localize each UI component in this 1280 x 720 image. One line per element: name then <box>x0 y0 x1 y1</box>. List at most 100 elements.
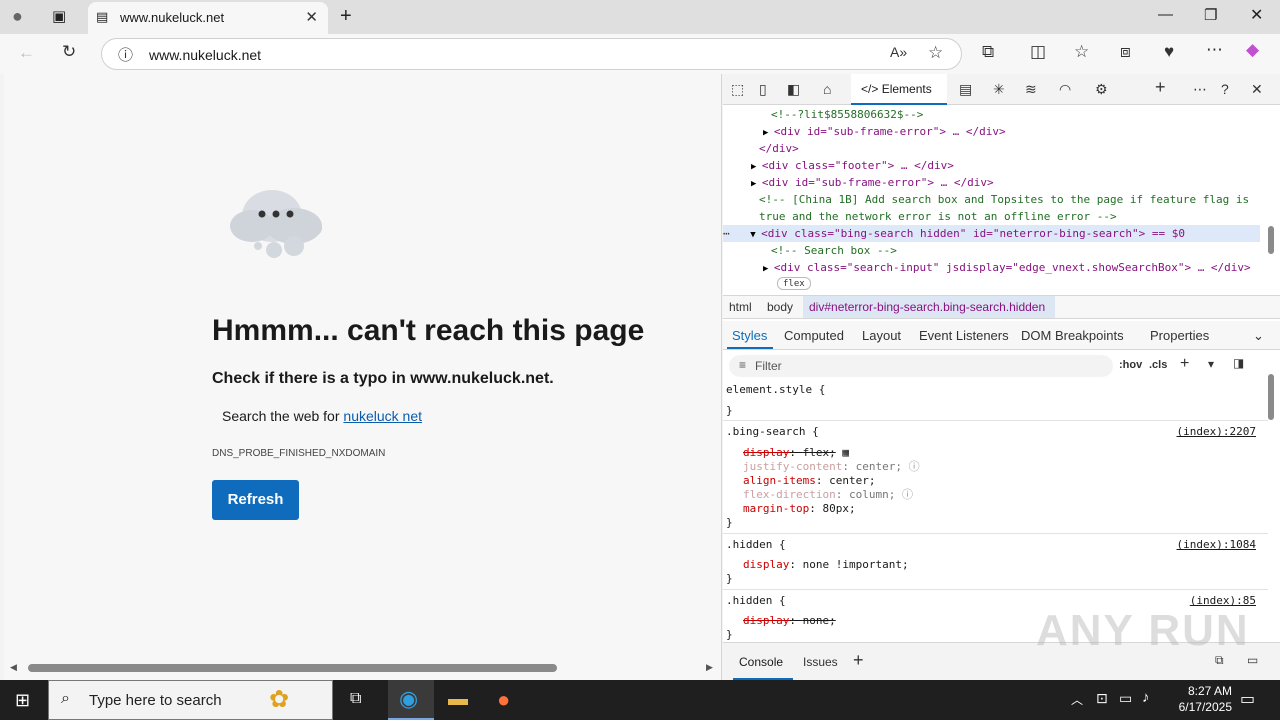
extensions-icon[interactable]: ⧉ <box>982 42 994 62</box>
dom-node[interactable]: ▶ <div class="search-input" jsdisplay="e… <box>763 259 1251 276</box>
profile-icon[interactable]: ● <box>12 6 23 27</box>
css-property[interactable]: margin-top: 80px; <box>743 500 856 517</box>
info-icon[interactable]: ⓘ <box>895 488 913 501</box>
device-emulation-icon[interactable]: ▯ <box>759 81 767 98</box>
reload-icon[interactable]: ↻ <box>62 42 76 62</box>
scroll-right-icon[interactable]: ▶ <box>706 662 713 673</box>
close-window-icon[interactable]: ✕ <box>1250 5 1263 25</box>
rule-bing-search[interactable]: .bing-search { <box>726 423 819 440</box>
sources-bug-icon[interactable]: ✳ <box>993 81 1005 98</box>
more-tools-icon[interactable]: ⋯ <box>1193 81 1207 98</box>
tab-layout[interactable]: Layout <box>862 328 901 343</box>
inspect-icon[interactable]: ⬚ <box>731 81 744 98</box>
back-icon[interactable]: ← <box>18 43 35 63</box>
performance-icon[interactable]: ◠ <box>1059 81 1071 98</box>
dom-comment[interactable]: <!-- [China 1B] Add search box and Topsi… <box>759 191 1249 208</box>
task-view-icon[interactable]: ⧉ <box>350 690 361 708</box>
volume-icon[interactable]: ♪ <box>1142 689 1150 706</box>
dom-node[interactable]: ▶ <div class="footer"> … </div> <box>751 157 954 174</box>
rule-source-link[interactable]: (index):1084 <box>1177 536 1256 553</box>
dom-node[interactable]: <!--?lit$8558806632$--> <box>771 106 923 123</box>
tab-dom-breakpoints[interactable]: DOM Breakpoints <box>1021 328 1124 343</box>
styles-scrollbar[interactable] <box>1268 374 1274 420</box>
windows-start-icon[interactable]: ⊞ <box>15 690 30 711</box>
hov-toggle[interactable]: :hov <box>1119 359 1142 371</box>
tab-console[interactable]: Console <box>739 655 783 669</box>
tab-computed[interactable]: Computed <box>784 328 844 343</box>
dom-tree[interactable]: <!--?lit$8558806632$--> ▶ <div id="sub-f… <box>723 105 1268 293</box>
edge-taskbar-button[interactable]: ◉ <box>388 680 434 720</box>
dom-node[interactable]: ▶ <div id="sub-frame-error"> … </div> <box>751 174 994 191</box>
restore-icon[interactable]: ❐ <box>1204 6 1217 24</box>
collections-icon[interactable]: ⧈ <box>1120 42 1131 62</box>
address-bar[interactable]: ⓘ www.nukeluck.net A» ☆ <box>101 38 962 70</box>
favorite-star-icon[interactable]: ☆ <box>928 43 943 63</box>
settings-gear-icon[interactable]: ⚙ <box>1095 81 1108 98</box>
flex-badge[interactable]: flex <box>777 277 811 290</box>
rule-element-style[interactable]: element.style { <box>726 381 825 398</box>
breadcrumb-html[interactable]: html <box>729 300 752 314</box>
filter-input[interactable]: ≡ Filter <box>729 355 1113 377</box>
copilot-icon[interactable]: ◆ <box>1246 40 1259 60</box>
dom-node-selected[interactable]: ⋯ ▼ <div class="bing-search hidden" id="… <box>723 225 1260 242</box>
tab-issues[interactable]: Issues <box>803 655 838 669</box>
tab-event-listeners[interactable]: Event Listeners <box>919 328 1009 343</box>
new-rule-icon[interactable]: + <box>1180 355 1189 373</box>
add-drawer-tab-icon[interactable]: + <box>853 650 864 671</box>
browser-tab[interactable]: ▤ www.nukeluck.net ✕ <box>88 2 328 34</box>
taskbar-clock[interactable]: 8:27 AM 6/17/2025 <box>1179 683 1232 715</box>
favorites-icon[interactable]: ☆ <box>1074 42 1089 62</box>
address-text[interactable]: www.nukeluck.net <box>149 47 261 63</box>
rule-hidden[interactable]: .hidden { <box>726 536 786 553</box>
refresh-button[interactable]: Refresh <box>212 480 299 520</box>
rule-source-link[interactable]: (index):2207 <box>1177 423 1256 440</box>
computed-styles-icon[interactable]: ▾ <box>1208 357 1214 371</box>
show-hidden-icons[interactable]: ︿ <box>1071 691 1083 708</box>
dom-comment[interactable]: <!-- Search box --> <box>771 242 897 259</box>
tab-elements[interactable]: </> Elements <box>851 74 947 105</box>
dock-icon[interactable]: ◧ <box>787 81 800 98</box>
welcome-home-icon[interactable]: ⌂ <box>823 81 831 97</box>
network-icon[interactable]: ⊡ <box>1096 690 1108 707</box>
file-explorer-icon[interactable]: ▬ <box>448 688 468 711</box>
search-link[interactable]: nukeluck net <box>343 408 422 424</box>
dom-node[interactable]: </div> <box>759 140 799 157</box>
minimize-icon[interactable]: — <box>1158 6 1173 23</box>
breadcrumb-body[interactable]: body <box>767 300 793 314</box>
search-suggestion: Search the web for nukeluck net <box>222 408 422 424</box>
firefox-icon[interactable]: ● <box>497 687 510 713</box>
notifications-icon[interactable]: ▭ <box>1240 689 1255 709</box>
cls-toggle[interactable]: .cls <box>1149 359 1167 371</box>
css-property[interactable]: display: none; <box>743 612 836 629</box>
console-icon[interactable]: ▤ <box>959 81 972 98</box>
more-menu-icon[interactable]: ⋯ <box>1206 40 1223 60</box>
tab-styles[interactable]: Styles <box>732 328 767 343</box>
close-tab-icon[interactable]: ✕ <box>305 8 318 26</box>
scrollbar-thumb[interactable] <box>28 664 557 672</box>
dom-scrollbar[interactable] <box>1268 226 1274 254</box>
ethernet-icon[interactable]: ▭ <box>1119 690 1132 707</box>
horizontal-scrollbar[interactable]: ◀ ▶ <box>4 662 722 674</box>
network-wifi-icon[interactable]: ≋ <box>1025 81 1037 98</box>
styles-pane[interactable]: element.style { } .bing-search { (index)… <box>723 380 1268 642</box>
tab-actions-icon[interactable]: ▣ <box>52 7 66 25</box>
new-tab-icon[interactable]: + <box>340 5 352 28</box>
tab-properties[interactable]: Properties <box>1150 328 1209 343</box>
toggle-sidebar-icon[interactable]: ◨ <box>1233 356 1244 370</box>
rule-hidden[interactable]: .hidden { <box>726 592 786 609</box>
dom-node[interactable]: ▶ <div id="sub-frame-error"> … </div> <box>763 123 1006 140</box>
help-icon[interactable]: ? <box>1221 81 1229 97</box>
info-icon[interactable]: ⓘ <box>118 44 133 65</box>
info-icon[interactable]: ⓘ <box>902 460 920 473</box>
split-screen-icon[interactable]: ◫ <box>1030 42 1046 62</box>
taskbar-search[interactable]: ⌕ Type here to search ✿ <box>48 680 333 720</box>
scroll-left-icon[interactable]: ◀ <box>10 662 17 673</box>
css-property[interactable]: display: none !important; <box>743 556 909 573</box>
add-tool-icon[interactable]: + <box>1155 77 1166 98</box>
browser-essentials-icon[interactable]: ♥ <box>1164 42 1174 62</box>
read-aloud-icon[interactable]: A» <box>890 44 907 60</box>
breadcrumb-active[interactable]: div#neterror-bing-search.bing-search.hid… <box>803 296 1055 318</box>
dom-comment[interactable]: true and the network error is not an off… <box>759 208 1117 225</box>
chevron-down-icon[interactable]: ⌄ <box>1253 328 1264 344</box>
close-devtools-icon[interactable]: ✕ <box>1251 81 1263 98</box>
